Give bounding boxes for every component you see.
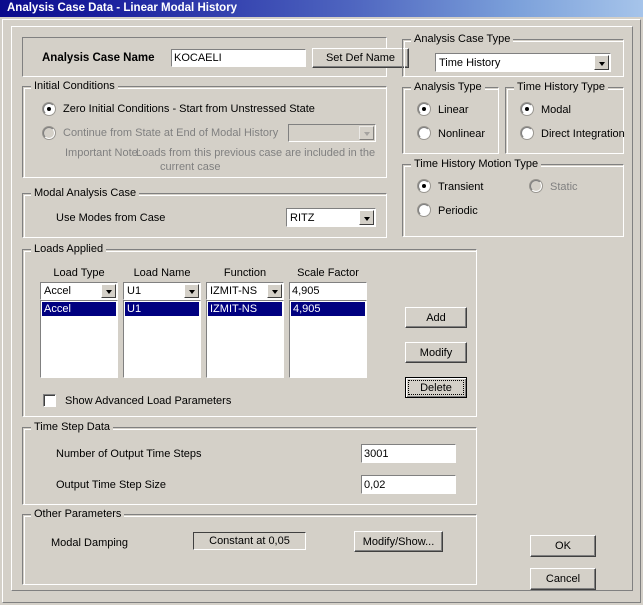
chevron-down-icon[interactable] [359, 210, 374, 225]
output-time-step-size-label: Output Time Step Size [56, 479, 167, 491]
header-load-name: Load Name [133, 267, 191, 279]
other-parameters-group: Other Parameters Modal Damping Constant … [22, 508, 477, 585]
table-row[interactable]: IZMIT-NS [208, 302, 282, 316]
analysis-case-name-label: Analysis Case Name [42, 52, 155, 64]
use-modes-from-case-value: RITZ [290, 211, 315, 224]
analysis-case-type-value: Time History [439, 56, 501, 69]
number-of-output-time-steps-input[interactable] [361, 444, 456, 463]
table-row[interactable]: 4,905 [291, 302, 365, 316]
modify-show-damping-button[interactable]: Modify/Show... [354, 531, 443, 552]
radio-nonlinear[interactable] [418, 127, 430, 139]
radio-static-label: Static [550, 181, 578, 193]
modal-analysis-case-group: Modal Analysis Case Use Modes from Case … [22, 187, 387, 238]
dialog-window: Analysis Case Data - Linear Modal Histor… [0, 0, 643, 605]
radio-continue-from-state-label: Continue from State at End of Modal Hist… [63, 127, 279, 139]
loads-list-column-load-name[interactable]: U1 [123, 300, 201, 378]
radio-continue-from-state[interactable] [43, 127, 55, 139]
continue-case-combo [288, 124, 376, 142]
loads-applied-group: Loads Applied Load Type Load Name Functi… [22, 243, 477, 417]
window-titlebar: Analysis Case Data - Linear Modal Histor… [0, 0, 643, 17]
analysis-case-name-box: Analysis Case Name Set Def Name [22, 37, 409, 77]
table-row[interactable]: U1 [125, 302, 199, 316]
delete-load-button[interactable]: Delete [405, 377, 467, 398]
time-step-data-legend: Time Step Data [31, 421, 114, 433]
initial-conditions-legend: Initial Conditions [31, 80, 118, 92]
continue-case-value [292, 125, 357, 141]
chevron-down-icon [359, 126, 374, 140]
analysis-case-type-combo[interactable]: Time History [435, 53, 611, 72]
loads-list-column-scale-factor[interactable]: 4,905 [289, 300, 367, 378]
important-note-line2: current case [160, 161, 221, 173]
modify-load-button[interactable]: Modify [405, 342, 467, 363]
number-of-output-time-steps-label: Number of Output Time Steps [56, 448, 202, 460]
analysis-type-group: Analysis Type Linear Nonlinear [402, 81, 499, 154]
time-history-motion-type-group: Time History Motion Type Transient Stati… [402, 158, 624, 237]
dialog-inner-panel: Analysis Case Name Set Def Name Analysis… [11, 26, 633, 591]
show-advanced-load-parameters-checkbox[interactable] [43, 394, 56, 407]
time-history-motion-type-legend: Time History Motion Type [411, 158, 542, 170]
loads-list-column-function[interactable]: IZMIT-NS [206, 300, 284, 378]
show-advanced-load-parameters-label: Show Advanced Load Parameters [65, 395, 232, 407]
function-combo[interactable]: IZMIT-NS [206, 282, 284, 300]
time-history-type-group: Time History Type Modal Direct Integrati… [505, 81, 625, 154]
radio-transient[interactable] [418, 180, 430, 192]
radio-direct-integration-label: Direct Integration [541, 128, 625, 140]
load-type-value: Accel [44, 285, 71, 297]
set-def-name-button[interactable]: Set Def Name [312, 48, 409, 68]
header-scale-factor: Scale Factor [297, 267, 359, 279]
radio-linear-label: Linear [438, 104, 469, 116]
ok-button[interactable]: OK [530, 535, 596, 557]
radio-periodic[interactable] [418, 204, 430, 216]
header-function: Function [223, 267, 267, 279]
important-note-label: Important Note: [65, 147, 141, 159]
loads-applied-legend: Loads Applied [31, 243, 107, 255]
load-name-combo[interactable]: U1 [123, 282, 201, 300]
radio-transient-label: Transient [438, 181, 484, 193]
radio-periodic-label: Periodic [438, 205, 478, 217]
chevron-down-icon[interactable] [594, 55, 609, 70]
table-row[interactable]: Accel [42, 302, 116, 316]
cancel-button[interactable]: Cancel [530, 568, 596, 590]
time-step-data-group: Time Step Data Number of Output Time Ste… [22, 421, 477, 505]
chevron-down-icon[interactable] [101, 284, 116, 298]
radio-linear[interactable] [418, 103, 430, 115]
radio-modal[interactable] [521, 103, 533, 115]
analysis-case-type-group: Analysis Case Type Time History [402, 33, 624, 77]
radio-static [530, 180, 542, 192]
modal-damping-label: Modal Damping [51, 537, 129, 549]
radio-nonlinear-label: Nonlinear [438, 128, 486, 140]
use-modes-from-case-combo[interactable]: RITZ [286, 208, 376, 227]
analysis-case-name-input[interactable] [171, 49, 306, 67]
radio-modal-label: Modal [541, 104, 571, 116]
chevron-down-icon[interactable] [184, 284, 199, 298]
scale-factor-input[interactable] [289, 282, 367, 300]
important-note-line1: Loads from this previous case are includ… [136, 147, 376, 159]
use-modes-from-case-label: Use Modes from Case [56, 212, 166, 224]
modal-analysis-case-legend: Modal Analysis Case [31, 187, 140, 199]
dialog-client-area: Analysis Case Name Set Def Name Analysis… [2, 19, 641, 603]
analysis-type-legend: Analysis Type [411, 81, 485, 93]
radio-direct-integration[interactable] [521, 127, 533, 139]
header-load-type: Load Type [53, 267, 105, 279]
radio-zero-initial-conditions-label: Zero Initial Conditions - Start from Uns… [63, 103, 315, 115]
analysis-case-type-legend: Analysis Case Type [411, 33, 514, 45]
load-name-value: U1 [127, 285, 142, 297]
focus-rect [408, 380, 464, 395]
radio-zero-initial-conditions[interactable] [43, 103, 55, 115]
add-load-button[interactable]: Add [405, 307, 467, 328]
modal-damping-value: Constant at 0,05 [193, 532, 306, 550]
other-parameters-legend: Other Parameters [31, 508, 125, 520]
initial-conditions-group: Initial Conditions Zero Initial Conditio… [22, 80, 387, 178]
chevron-down-icon[interactable] [267, 284, 282, 298]
loads-list-column-load-type[interactable]: Accel [40, 300, 118, 378]
time-history-type-legend: Time History Type [514, 81, 609, 93]
load-type-combo[interactable]: Accel [40, 282, 118, 300]
function-value: IZMIT-NS [210, 285, 258, 297]
output-time-step-size-input[interactable] [361, 475, 456, 494]
